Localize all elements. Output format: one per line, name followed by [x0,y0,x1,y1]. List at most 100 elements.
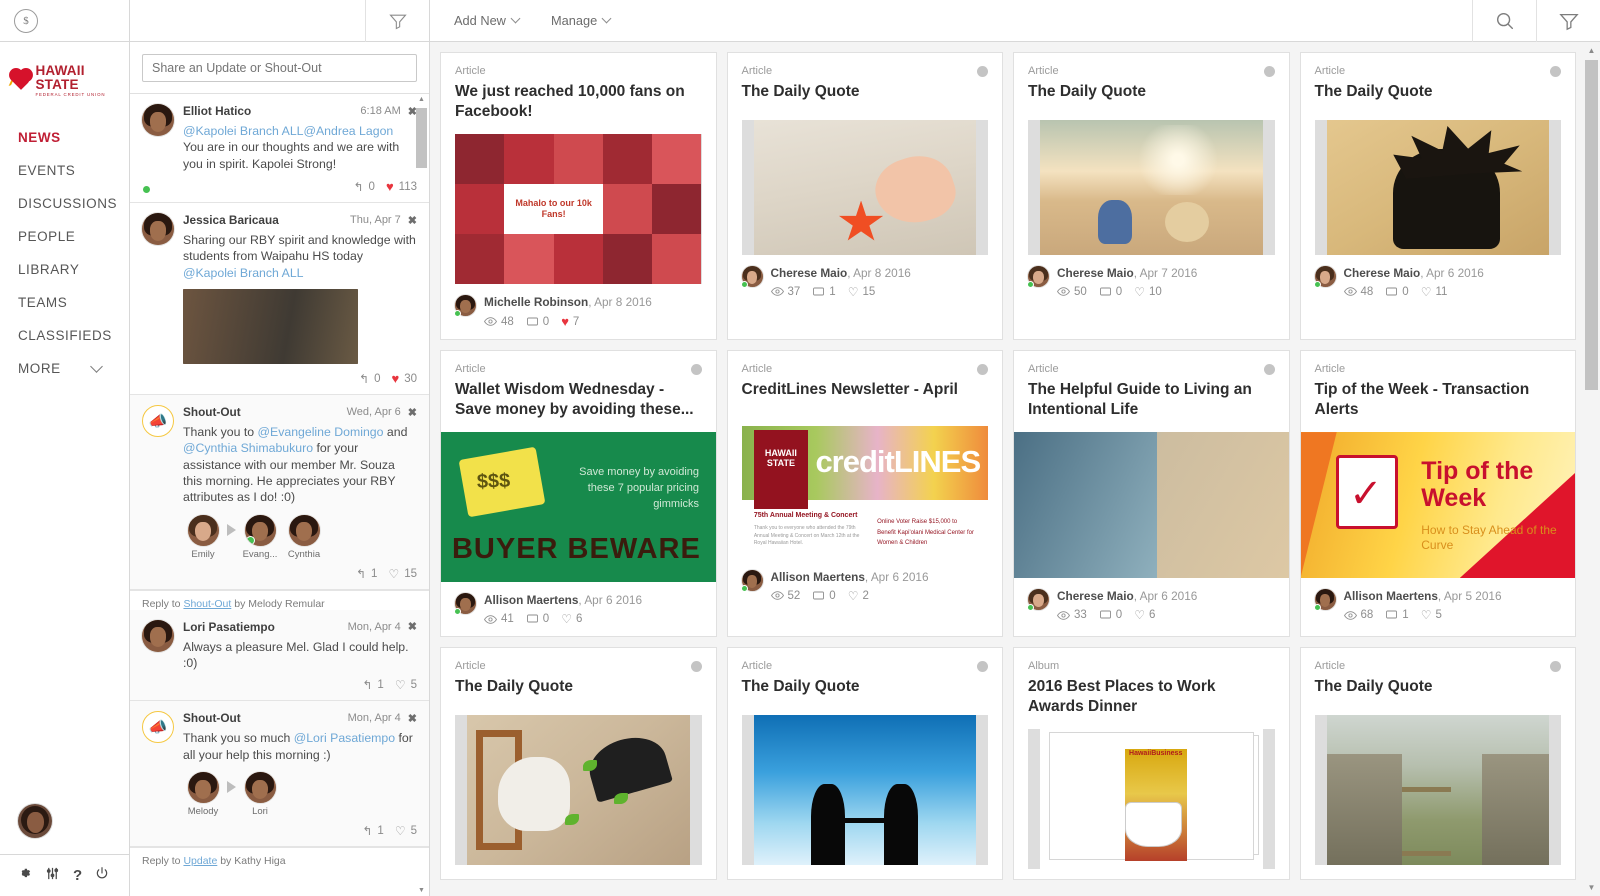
status-dot-icon[interactable] [691,661,702,672]
participant[interactable]: Lori [240,772,280,817]
avatar[interactable] [142,213,174,386]
status-dot-icon[interactable] [1264,364,1275,375]
card-title[interactable]: Wallet Wisdom Wednesday - Save money by … [455,380,702,419]
current-user-row[interactable] [0,794,129,854]
sidebar-item-news[interactable]: NEWS [0,121,129,154]
card-image[interactable] [1014,432,1289,578]
search-button[interactable] [1472,0,1536,42]
power-icon[interactable] [95,866,109,885]
heart-outline-icon[interactable]: ♡ [388,567,399,581]
brand-logo[interactable]: HAWAII STATE FEDERAL CREDIT UNION [0,42,129,113]
feed-scroll-area[interactable]: Elliot Hatico 6:18 AM ✖ @Kapolei Branch … [130,94,429,896]
card-author[interactable]: Cherese Maio [1344,266,1421,280]
sidebar-item-more[interactable]: MORE [0,352,129,385]
sidebar-item-people[interactable]: PEOPLE [0,220,129,253]
currency-coin-icon[interactable]: $ [14,9,38,33]
content-card[interactable]: Article The Daily Quote [1300,52,1577,340]
card-title[interactable]: We just reached 10,000 fans on Facebook! [455,82,702,121]
status-dot-icon[interactable] [977,364,988,375]
scrollbar-thumb[interactable] [416,108,427,168]
feed-post-shoutout[interactable]: 📣 Shout-Out Wed, Apr 6 ✖ Thank you to @E… [130,395,429,590]
gear-icon[interactable] [17,866,32,886]
feed-post[interactable]: Lori Pasatiempo Mon, Apr 4 ✖ Always a pl… [130,610,429,702]
heart-outline-icon[interactable]: ♡ [1134,608,1145,622]
heart-icon[interactable]: ♥ [386,179,394,194]
participant[interactable]: Emily [183,515,223,560]
card-author[interactable]: Michelle Robinson [484,295,588,309]
scroll-down-arrow-icon[interactable]: ▼ [1585,881,1598,894]
post-mention[interactable]: @Kapolei Branch ALL [183,266,304,280]
heart-outline-icon[interactable]: ♡ [1134,285,1145,299]
card-image[interactable] [1028,120,1275,255]
card-title[interactable]: The Daily Quote [455,677,702,697]
heart-outline-icon[interactable]: ♡ [395,678,406,692]
post-mention-2[interactable]: @Cynthia Shimabukuro [183,441,313,455]
feed-post[interactable]: Jessica Baricaua Thu, Apr 7 ✖ Sharing ou… [130,203,429,395]
heart-outline-icon[interactable]: ♡ [395,824,406,838]
reply-icon[interactable]: ↰ [362,678,372,692]
content-card[interactable]: Album 2016 Best Places to Work Awards Di… [1013,647,1290,880]
heart-icon[interactable]: ♥ [561,314,569,329]
card-title[interactable]: The Daily Quote [1315,82,1562,102]
participant[interactable]: Melody [183,772,223,817]
content-card[interactable]: Article The Helpful Guide to Living an I… [1013,350,1290,637]
participant[interactable]: Evang... [240,515,280,560]
post-mention[interactable]: @Kapolei Branch ALL@Andrea Lagon [183,124,393,138]
card-title[interactable]: CreditLines Newsletter - April [742,380,989,400]
content-card[interactable]: Article We just reached 10,000 fans on F… [440,52,717,340]
manage-menu[interactable]: Manage [535,0,626,42]
card-title[interactable]: The Daily Quote [742,82,989,102]
content-card[interactable]: Article The Daily Quote [727,52,1004,340]
help-icon[interactable]: ? [73,867,82,884]
status-dot-icon[interactable] [977,661,988,672]
card-image[interactable]: HawaiiBusiness [1028,729,1275,869]
card-image[interactable]: HAWAII STATE creditLINES 75th Annual Mee… [742,426,989,559]
reply-icon[interactable]: ↰ [353,180,363,194]
card-title[interactable]: The Helpful Guide to Living an Intention… [1028,380,1275,419]
card-image[interactable]: Tip of the Week How to Stay Ahead of the… [1301,432,1576,578]
post-image[interactable] [183,289,358,364]
content-card[interactable]: Article The Daily Quote [727,647,1004,880]
scroll-up-arrow-icon[interactable]: ▲ [1585,44,1598,57]
content-card[interactable]: Article The Daily Quote [1013,52,1290,340]
feed-post-shoutout[interactable]: 📣 Shout-Out Mon, Apr 4 ✖ Thank you so mu… [130,701,429,847]
card-title[interactable]: The Daily Quote [1315,677,1562,697]
card-author[interactable]: Cherese Maio [1057,266,1134,280]
heart-outline-icon[interactable]: ♡ [848,589,859,603]
card-image[interactable] [1315,120,1562,255]
content-card[interactable]: Article CreditLines Newsletter - April H… [727,350,1004,637]
post-author[interactable]: Jessica Baricaua [183,213,279,227]
sidebar-item-library[interactable]: LIBRARY [0,253,129,286]
card-author[interactable]: Allison Maertens [1344,589,1438,603]
reply-icon[interactable]: ↰ [359,372,369,386]
avatar[interactable] [142,620,174,693]
reply-link[interactable]: Update [183,855,217,867]
card-title[interactable]: 2016 Best Places to Work Awards Dinner [1028,677,1275,716]
status-dot-icon[interactable] [1550,66,1561,77]
card-title[interactable]: The Daily Quote [1028,82,1275,102]
card-title[interactable]: Tip of the Week - Transaction Alerts [1315,380,1562,419]
participant[interactable]: Cynthia [284,515,324,560]
card-image[interactable]: Mahalo to our 10k Fans! [455,134,702,284]
content-card[interactable]: Article The Daily Quote [1300,647,1577,880]
sliders-icon[interactable] [45,866,60,886]
heart-outline-icon[interactable]: ♡ [561,612,572,626]
feed-post[interactable]: Elliot Hatico 6:18 AM ✖ @Kapolei Branch … [130,94,429,203]
card-author[interactable]: Cherese Maio [1057,589,1134,603]
sidebar-item-discussions[interactable]: DISCUSSIONS [0,187,129,220]
card-author[interactable]: Allison Maertens [484,593,578,607]
content-card[interactable]: Article The Daily Quote [440,647,717,880]
filter-button[interactable] [1536,0,1600,42]
main-scrollbar[interactable]: ▲ ▼ [1585,44,1598,894]
scroll-down-arrow-icon[interactable]: ▼ [416,885,427,896]
post-author[interactable]: Lori Pasatiempo [183,620,275,634]
reply-icon[interactable]: ↰ [356,567,366,581]
card-author[interactable]: Allison Maertens [771,570,865,584]
avatar[interactable] [18,804,52,838]
reply-icon[interactable]: ↰ [362,824,372,838]
scrollbar-thumb[interactable] [1585,60,1598,390]
sidebar-item-classifieds[interactable]: CLASSIFIEDS [0,319,129,352]
sidebar-item-teams[interactable]: TEAMS [0,286,129,319]
feed-scrollbar[interactable]: ▲ ▼ [416,94,427,896]
card-image[interactable] [742,715,989,865]
